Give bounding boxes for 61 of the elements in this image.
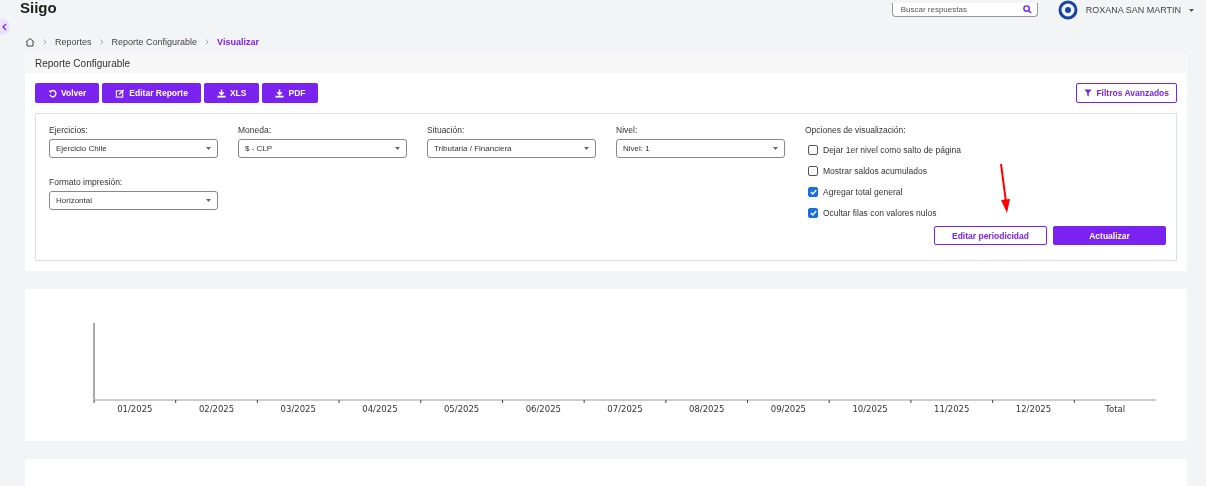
dropdown-select[interactable]: Horizontal [49,191,218,210]
caret-icon[interactable] [206,199,211,202]
axis-label: 11/2025 [934,404,970,414]
caret-icon[interactable] [1189,8,1194,12]
caret-icon[interactable] [584,147,589,150]
action-button[interactable]: Editar periodicidad [934,226,1047,245]
advanced-filters-button[interactable]: Filtros Avanzados [1076,83,1177,103]
checkbox-label[interactable]: Ocultar filas con valores nulos [823,207,937,218]
toolbar-button[interactable]: XLS [203,83,260,103]
toolbar-button[interactable]: Volver [35,83,100,103]
field-label: Formato impresión: [49,177,124,187]
caret-icon[interactable] [206,147,211,150]
breadcrumb-separator-icon [205,39,210,45]
axis-label: 07/2025 [607,404,643,414]
toolbar-button[interactable]: Editar Reporte [102,83,201,103]
axis-label: 12/2025 [1015,404,1052,414]
field-label: Situación: [427,125,466,135]
breadcrumb-separator-icon [99,39,104,45]
download-icon[interactable] [275,88,285,98]
checkbox-label[interactable]: Mostrar saldos acumulados [823,165,927,176]
axis-label: 02/2025 [198,404,235,414]
caret-icon[interactable] [395,147,400,150]
breadcrumb-separator-icon [43,39,47,45]
axis-label: 03/2025 [280,404,316,414]
brand-logo-text: Siigo [20,0,57,16]
field-label: Ejercicios: [49,125,89,135]
field-label: Nivel: [616,125,639,135]
axis-label: 01/2025 [117,404,153,414]
axis-label: 04/2025 [362,404,398,414]
axis-label: 10/2025 [852,404,888,414]
field-label: Moneda: [238,125,273,135]
axis-label: 09/2025 [770,404,807,414]
breadcrumb-link[interactable]: Reporte Configurable [111,37,198,47]
axis-label: 05/2025 [443,404,480,414]
axis-label: 06/2025 [525,404,561,414]
checkbox-label[interactable]: Dejar 1er nivel como salto de página [823,144,961,155]
search-icon[interactable] [1022,5,1032,14]
search-field[interactable]: Buscar respuestas [891,3,1038,17]
edit-icon[interactable] [115,88,126,98]
toolbar-button[interactable]: PDF [262,83,319,103]
breadcrumb-link[interactable]: Reportes [55,37,92,47]
dropdown-select[interactable]: Tributaria / Financiera [427,139,596,158]
user-menu[interactable]: ROXANA SAN MARTIN [1085,5,1181,15]
axis-label: 08/2025 [689,404,725,414]
caret-icon[interactable] [773,147,778,150]
home-icon[interactable] [25,37,35,47]
axis-label: Total [1105,404,1126,414]
options-heading: Opciones de visualización: [805,125,907,135]
dropdown-select[interactable]: Nivel: 1 [616,139,785,158]
checkbox-label[interactable]: Agregar total general [823,186,903,197]
dropdown-select[interactable]: Ejercicio Chile [49,139,218,158]
chevron-left-icon[interactable] [1,23,7,31]
action-button[interactable]: Actualizar [1053,226,1166,245]
card-title: Reporte Configurable [35,57,131,69]
checkbox[interactable] [808,165,818,176]
undo-icon[interactable] [48,88,57,98]
checkbox[interactable] [808,144,818,155]
breadcrumb-link[interactable]: Visualizar [217,37,259,47]
dropdown-select[interactable]: $ - CLP [238,139,407,158]
download-icon[interactable] [216,88,226,98]
filter-icon[interactable] [1084,89,1093,97]
